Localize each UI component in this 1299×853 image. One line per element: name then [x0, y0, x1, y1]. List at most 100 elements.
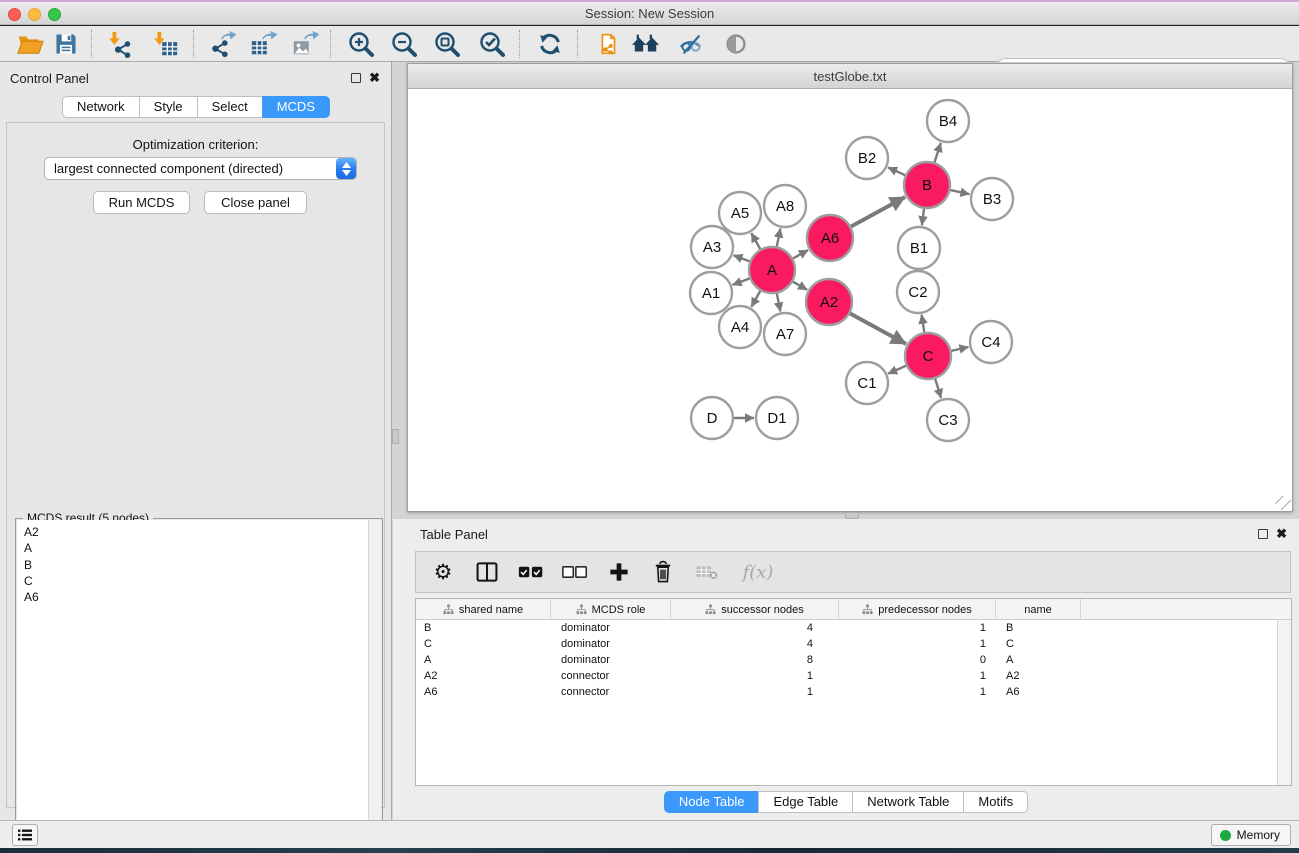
- graph-node-C4[interactable]: C4: [970, 321, 1012, 363]
- table-row[interactable]: Cdominator41C: [416, 636, 1277, 652]
- table-cell[interactable]: A: [416, 652, 551, 668]
- tab-network[interactable]: Network: [62, 96, 140, 118]
- edge-A-A8[interactable]: [777, 229, 781, 247]
- table-cell[interactable]: C: [416, 636, 551, 652]
- graph-node-A5[interactable]: A5: [719, 192, 761, 234]
- close-table-panel-icon[interactable]: ✖: [1276, 528, 1287, 539]
- zoom-selected-button[interactable]: [476, 29, 508, 59]
- import-table-button[interactable]: [149, 29, 181, 59]
- column-header-mcds-role[interactable]: MCDS role: [551, 599, 671, 620]
- edge-A-A1[interactable]: [733, 279, 750, 285]
- edge-B-B1[interactable]: [922, 209, 924, 225]
- apply-layout-button[interactable]: [534, 29, 566, 59]
- table-cell[interactable]: connector: [551, 684, 671, 700]
- delete-columns-button[interactable]: [648, 557, 678, 587]
- graph-node-D1[interactable]: D1: [756, 397, 798, 439]
- tab-mcds[interactable]: MCDS: [262, 96, 330, 118]
- edge-C-C1[interactable]: [888, 366, 906, 374]
- graph-node-C[interactable]: C: [905, 333, 951, 379]
- import-network-button[interactable]: [104, 29, 136, 59]
- edge-A-A5[interactable]: [751, 233, 760, 249]
- table-cell[interactable]: 1: [839, 684, 996, 700]
- float-table-panel-icon[interactable]: [1258, 529, 1268, 539]
- graph-node-B1[interactable]: B1: [898, 227, 940, 269]
- edge-C-C4[interactable]: [951, 347, 968, 351]
- table-cell[interactable]: dominator: [551, 652, 671, 668]
- tab-style[interactable]: Style: [139, 96, 198, 118]
- hide-all-columns-button[interactable]: [560, 557, 590, 587]
- edge-A-A3[interactable]: [734, 255, 750, 261]
- tab-network-table[interactable]: Network Table: [852, 791, 964, 813]
- run-mcds-button[interactable]: Run MCDS: [93, 191, 190, 214]
- zoom-out-button[interactable]: [388, 29, 420, 59]
- close-panel-icon[interactable]: ✖: [369, 72, 380, 83]
- home-button[interactable]: [630, 29, 662, 59]
- task-history-button[interactable]: [12, 824, 38, 846]
- graph-node-A4[interactable]: A4: [719, 306, 761, 348]
- edge-B-B4[interactable]: [935, 143, 941, 162]
- table-settings-button[interactable]: ⚙: [428, 557, 458, 587]
- table-cell[interactable]: 4: [671, 636, 839, 652]
- graph-node-A[interactable]: A: [749, 247, 795, 293]
- duplicate-network-button[interactable]: [592, 29, 624, 59]
- graph-node-B2[interactable]: B2: [846, 137, 888, 179]
- show-all-columns-button[interactable]: [516, 557, 546, 587]
- table-cell[interactable]: 1: [671, 684, 839, 700]
- graph-node-D[interactable]: D: [691, 397, 733, 439]
- export-image-button[interactable]: [289, 29, 321, 59]
- export-network-button[interactable]: [206, 29, 238, 59]
- graph-node-B[interactable]: B: [904, 162, 950, 208]
- table-cell[interactable]: dominator: [551, 636, 671, 652]
- edge-B-B2[interactable]: [888, 167, 905, 175]
- table-cell[interactable]: C: [996, 636, 1081, 652]
- table-cell[interactable]: 1: [839, 636, 996, 652]
- result-item[interactable]: A2: [24, 524, 368, 540]
- result-item[interactable]: A6: [24, 589, 368, 605]
- graph-node-A1[interactable]: A1: [690, 272, 732, 314]
- network-canvas[interactable]: B4B2BB3A8A5A6A3B1AA1C2A2A4A7C4CC1DD1C3: [408, 89, 1292, 511]
- table-cell[interactable]: 0: [839, 652, 996, 668]
- edge-A-A4[interactable]: [751, 291, 760, 307]
- table-cell[interactable]: 1: [839, 668, 996, 684]
- edge-C-C3[interactable]: [935, 379, 941, 398]
- table-cell[interactable]: A6: [416, 684, 551, 700]
- column-header-shared-name[interactable]: shared name: [416, 599, 551, 620]
- graph-node-A3[interactable]: A3: [691, 226, 733, 268]
- edge-A2-C[interactable]: [850, 314, 906, 345]
- export-table-button[interactable]: [247, 29, 279, 59]
- tab-edge-table[interactable]: Edge Table: [758, 791, 853, 813]
- table-cell[interactable]: B: [996, 620, 1081, 636]
- edge-A6-B[interactable]: [851, 197, 905, 227]
- graph-node-A2[interactable]: A2: [806, 279, 852, 325]
- float-panel-icon[interactable]: [351, 73, 361, 83]
- table-cell[interactable]: 8: [671, 652, 839, 668]
- column-header-predecessor-nodes[interactable]: predecessor nodes: [839, 599, 996, 620]
- edge-C-C2[interactable]: [922, 315, 925, 333]
- table-cell[interactable]: A2: [416, 668, 551, 684]
- vertical-split-handle[interactable]: [392, 429, 399, 444]
- column-header-successor-nodes[interactable]: successor nodes: [671, 599, 839, 620]
- edge-A-A7[interactable]: [777, 294, 781, 312]
- table-cell[interactable]: A6: [996, 684, 1081, 700]
- select-columns-button[interactable]: [472, 557, 502, 587]
- table-cell[interactable]: B: [416, 620, 551, 636]
- memory-button[interactable]: Memory: [1211, 824, 1291, 846]
- graph-node-C3[interactable]: C3: [927, 399, 969, 441]
- window-resize-grip[interactable]: [1275, 496, 1291, 510]
- result-item[interactable]: B: [24, 557, 368, 573]
- table-scrollbar[interactable]: [1277, 620, 1291, 785]
- tab-select[interactable]: Select: [197, 96, 263, 118]
- graph-node-B3[interactable]: B3: [971, 178, 1013, 220]
- table-cell[interactable]: 1: [839, 620, 996, 636]
- open-session-button[interactable]: [14, 29, 46, 59]
- graph-node-A8[interactable]: A8: [764, 185, 806, 227]
- table-row[interactable]: A2connector11A2: [416, 668, 1277, 684]
- table-row[interactable]: A6connector11A6: [416, 684, 1277, 700]
- edge-B-B3[interactable]: [951, 190, 970, 194]
- create-column-button[interactable]: [604, 557, 634, 587]
- tab-node-table[interactable]: Node Table: [664, 791, 760, 813]
- optimization-criterion-select[interactable]: largest connected component (directed): [44, 157, 357, 180]
- edge-A-A6[interactable]: [793, 250, 808, 258]
- table-row[interactable]: Bdominator41B: [416, 620, 1277, 636]
- table-cell[interactable]: A: [996, 652, 1081, 668]
